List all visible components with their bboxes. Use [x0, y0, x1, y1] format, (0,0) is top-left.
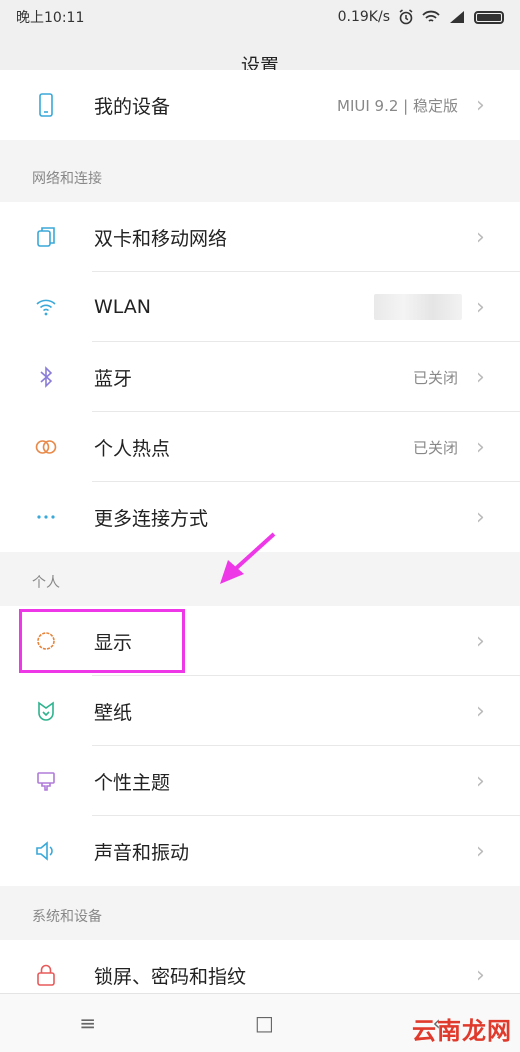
- row-hotspot[interactable]: 个人热点 已关闭 ›: [0, 412, 520, 482]
- highlight-box: [19, 609, 185, 673]
- menu-icon[interactable]: ≡: [79, 1011, 96, 1035]
- more-dots-icon: [0, 504, 92, 530]
- hotspot-icon: [0, 434, 92, 460]
- chevron-right-icon: ›: [476, 364, 485, 390]
- status-icons: 0.19K/s: [338, 9, 504, 25]
- alarm-icon: [399, 9, 413, 25]
- chevron-right-icon: ›: [476, 838, 485, 864]
- wifi-icon: [422, 10, 440, 22]
- row-label: 壁纸: [94, 701, 133, 724]
- row-label: 声音和振动: [94, 841, 190, 864]
- chevron-right-icon: ›: [476, 628, 485, 654]
- chevron-right-icon: ›: [476, 294, 485, 320]
- chevron-right-icon: ›: [476, 92, 485, 118]
- speaker-icon: [0, 838, 92, 864]
- row-label: 双卡和移动网络: [94, 227, 228, 250]
- chevron-right-icon: ›: [476, 434, 485, 460]
- row-dual-sim[interactable]: 双卡和移动网络 ›: [0, 202, 520, 272]
- annotation-arrow-icon: [220, 532, 276, 584]
- chevron-right-icon: ›: [476, 962, 485, 988]
- row-theme[interactable]: 个性主题 ›: [0, 746, 520, 816]
- net-speed: 0.19K/s: [337, 9, 390, 25]
- battery-icon: [474, 10, 504, 24]
- section-header-network: 网络和连接: [0, 150, 520, 200]
- row-label: 锁屏、密码和指纹: [94, 965, 247, 988]
- row-label: 我的设备: [94, 95, 171, 118]
- wallpaper-icon: [0, 698, 92, 724]
- chevron-right-icon: ›: [476, 224, 485, 250]
- wifi-icon: [0, 294, 92, 320]
- watermark-logo: 云南龙网: [412, 1017, 512, 1045]
- theme-brush-icon: [0, 768, 92, 794]
- sim-icon: [0, 224, 92, 250]
- chevron-right-icon: ›: [476, 504, 485, 530]
- lock-icon: [0, 962, 92, 988]
- row-label: 个人热点: [94, 437, 171, 460]
- bluetooth-icon: [0, 364, 92, 390]
- row-value: 已关闭: [412, 438, 458, 457]
- signal-icon: [450, 11, 464, 23]
- row-label: 蓝牙: [94, 367, 133, 390]
- row-label: WLAN: [94, 296, 152, 318]
- row-label: 更多连接方式: [94, 507, 209, 530]
- row-value: MIUI 9.2 | 稳定版: [337, 96, 458, 115]
- status-time: 晚上10:11: [16, 10, 85, 26]
- row-my-device[interactable]: 我的设备 MIUI 9.2 | 稳定版 ›: [0, 70, 520, 140]
- chevron-right-icon: ›: [476, 698, 485, 724]
- blurred-network-name: [374, 294, 462, 320]
- section-header-system: 系统和设备: [0, 888, 520, 938]
- row-sound[interactable]: 声音和振动 ›: [0, 816, 520, 886]
- status-bar: 晚上10:11 0.19K/s: [0, 0, 520, 34]
- row-bluetooth[interactable]: 蓝牙 已关闭 ›: [0, 342, 520, 412]
- phone-icon: [0, 92, 92, 118]
- home-icon[interactable]: □: [255, 1011, 274, 1035]
- row-value: 已关闭: [412, 368, 458, 387]
- chevron-right-icon: ›: [476, 768, 485, 794]
- row-wallpaper[interactable]: 壁纸 ›: [0, 676, 520, 746]
- row-label: 个性主题: [94, 771, 171, 794]
- row-wlan[interactable]: WLAN ›: [0, 272, 520, 342]
